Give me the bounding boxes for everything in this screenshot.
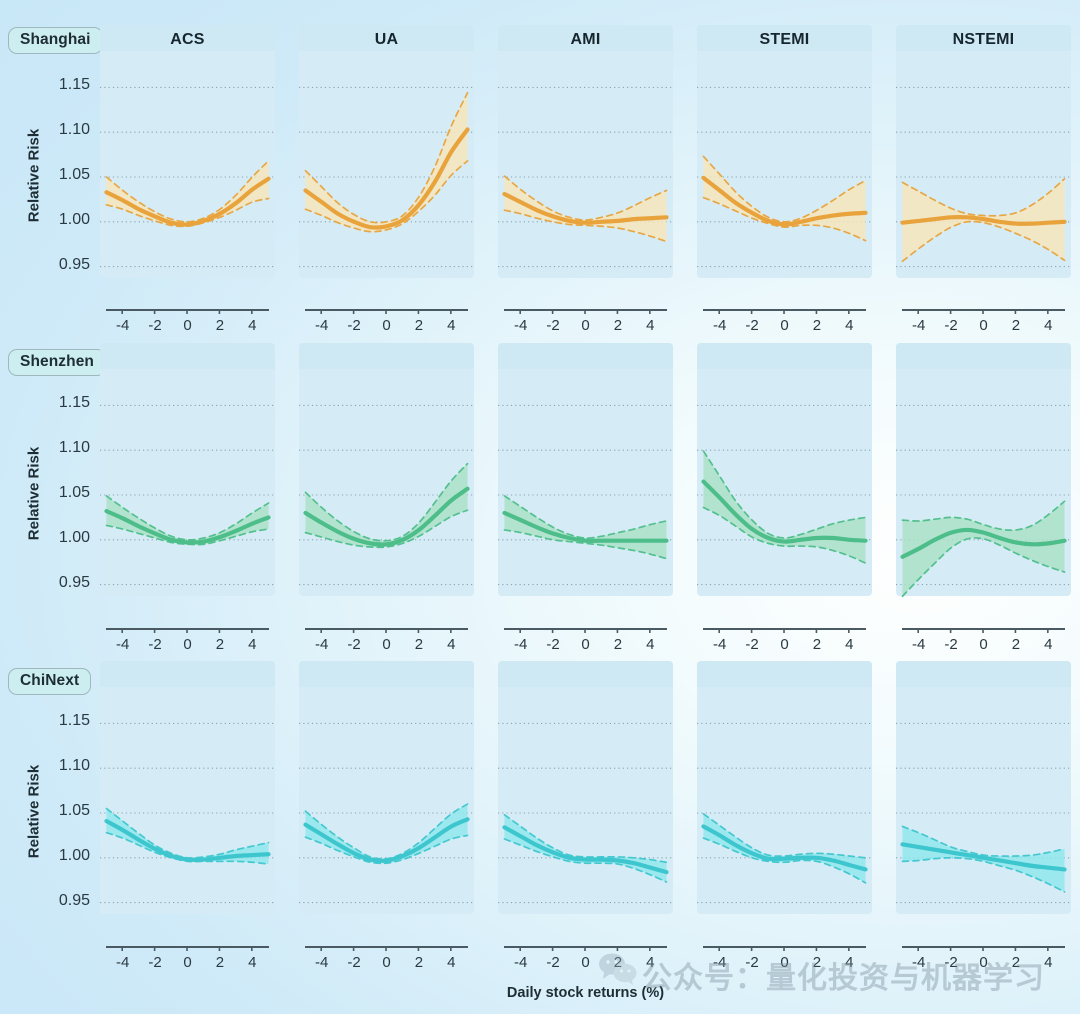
- panel-header-strip: [100, 343, 275, 369]
- panel-header-strip: [697, 343, 872, 369]
- x-axis-tick-label: 4: [845, 636, 854, 653]
- facet-grid: Shanghai Shenzhen ChiNext Relative Risk 1.15…: [0, 0, 1080, 1014]
- panel-header-strip: [299, 343, 474, 369]
- column-facet-label-nstemi: NSTEMI: [952, 31, 1015, 48]
- column-facet-label-stemi: STEMI: [759, 31, 810, 48]
- row-facet-label-chinext: ChiNext: [8, 668, 92, 695]
- curve-shenzhen-nstemi: [900, 500, 1067, 598]
- curve-shanghai-nstemi: [900, 177, 1067, 263]
- x-axis-ticks: [121, 309, 254, 314]
- column-facet-label-ami: AMI: [570, 31, 601, 48]
- curve-shenzhen-stemi: [701, 450, 868, 564]
- row-facet-label-shenzhen: Shenzhen: [8, 349, 107, 376]
- x-axis-tick-label: 4: [1044, 636, 1053, 653]
- column-facet-label-ua: UA: [374, 31, 399, 48]
- x-axis-tick-label: 4: [447, 954, 456, 971]
- x-axis-ticks: [121, 946, 254, 951]
- x-axis-ticks: [718, 628, 851, 633]
- row-facet-label-shanghai: Shanghai: [8, 27, 103, 54]
- curve-chinext-nstemi: [900, 825, 1067, 893]
- x-axis-title: Daily stock returns (%): [506, 985, 665, 1001]
- panel-header-strip: [896, 661, 1071, 687]
- x-axis-tick-label: 4: [248, 636, 257, 653]
- curve-shenzhen-ami: [502, 495, 669, 560]
- x-axis-ticks: [320, 946, 453, 951]
- x-axis-tick-label: 4: [447, 636, 456, 653]
- y-axis-tick-label: 1.10: [58, 121, 90, 139]
- x-axis-tick-label: 4: [248, 954, 257, 971]
- x-axis-ticks: [718, 946, 851, 951]
- x-axis-tick-label: 4: [845, 317, 854, 334]
- panel-header-strip: [299, 661, 474, 687]
- curve-shenzhen-ua: [303, 462, 470, 549]
- x-axis-tick-label: 4: [646, 317, 655, 334]
- y-axis-tick-label: 1.15: [58, 394, 90, 412]
- y-axis-tick-label: 1.15: [58, 76, 90, 94]
- y-axis-tick-label: 1.05: [58, 484, 90, 501]
- y-axis-tick-label: 1.15: [58, 712, 90, 730]
- curve-shanghai-acs: [104, 160, 271, 228]
- column-facet-label-acs: ACS: [170, 31, 205, 48]
- x-axis-ticks: [917, 628, 1050, 633]
- panel-header-strip: [498, 343, 673, 369]
- curve-shanghai-ua: [303, 91, 470, 233]
- x-axis-ticks: [320, 628, 453, 633]
- y-axis-tick-label: 1.05: [58, 166, 90, 183]
- x-axis-tick-label: 4: [1044, 954, 1053, 971]
- x-axis-ticks: [519, 628, 652, 633]
- x-axis-ticks: [519, 946, 652, 951]
- y-axis-tick-label: 1.10: [58, 439, 90, 457]
- x-axis-ticks: [917, 309, 1050, 314]
- panel-header-strip: [100, 661, 275, 687]
- x-axis-ticks: [320, 309, 453, 314]
- panel-header-strip: [498, 661, 673, 687]
- x-axis-ticks: [121, 628, 254, 633]
- y-axis-tick-label: 1.10: [58, 757, 90, 775]
- y-axis-tick-label: 0.95: [58, 255, 90, 273]
- x-axis-ticks: [917, 946, 1050, 951]
- x-axis-tick-label: 4: [248, 317, 257, 334]
- panel-header-strip: [896, 343, 1071, 369]
- x-axis-tick-label: 4: [646, 636, 655, 653]
- x-axis-tick-label: 4: [646, 954, 655, 971]
- y-axis-tick-label: 0.95: [58, 573, 90, 591]
- y-axis-tick-label: 1.00: [58, 846, 90, 864]
- x-axis-tick-label: 4: [1044, 317, 1053, 334]
- curve-shanghai-ami: [502, 175, 669, 243]
- curve-chinext-stemi: [701, 813, 868, 884]
- curve-chinext-acs: [104, 807, 271, 865]
- y-axis-tick-label: 1.00: [58, 528, 90, 546]
- y-axis-tick-label: 1.05: [58, 802, 90, 819]
- x-axis-tick-label: 4: [845, 954, 854, 971]
- x-axis-ticks: [718, 309, 851, 314]
- curve-chinext-ami: [502, 813, 669, 883]
- y-axis-tick-label: 0.95: [58, 891, 90, 909]
- x-axis-ticks: [519, 309, 652, 314]
- curve-shenzhen-acs: [104, 495, 271, 546]
- curve-shanghai-stemi: [701, 155, 868, 242]
- curve-chinext-ua: [303, 803, 470, 865]
- x-axis-tick-label: 4: [447, 317, 456, 334]
- y-axis-tick-label: 1.00: [58, 210, 90, 228]
- panel-header-strip: [697, 661, 872, 687]
